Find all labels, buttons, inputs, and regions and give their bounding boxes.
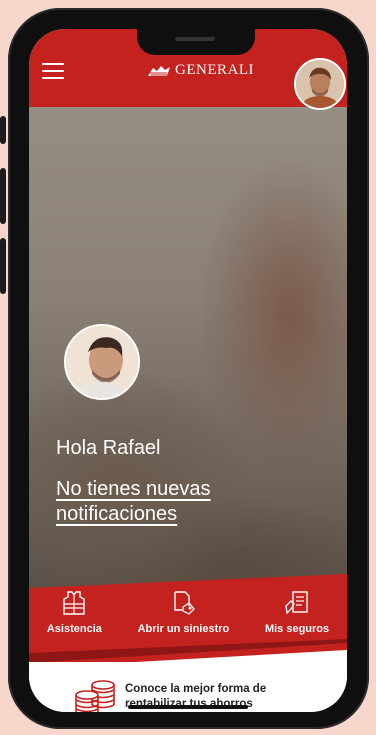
claim-document-icon [174,591,196,615]
logo-text: GENERALI [175,62,254,78]
side-button [0,116,6,144]
user-avatar[interactable] [294,58,346,110]
asistencia-button[interactable]: Asistencia [47,589,102,649]
profile-avatar[interactable] [64,324,140,400]
action-label: Abrir un siniestro [137,623,230,635]
lion-icon [148,65,170,76]
abrir-siniestro-button[interactable]: Abrir un siniestro [137,589,230,649]
action-label: Asistencia [46,623,102,635]
side-button [0,238,6,294]
hero-background: Hola Rafael No tienes nuevas notificacio… [29,107,347,647]
policy-document-icon [285,591,308,615]
greeting-text: Hola Rafael [56,437,161,459]
hamburger-menu-icon[interactable] [42,63,64,79]
notch [137,29,255,55]
side-button [0,168,6,224]
coins-stack-icon [75,680,115,712]
quick-actions: Asistencia Abrir un siniestro Mis seguro… [29,589,347,649]
speaker [175,37,215,41]
mis-seguros-button[interactable]: Mis seguros [265,589,329,649]
action-label: Mis seguros [264,623,330,635]
home-indicator[interactable] [128,705,248,709]
app-screen: GENERALI Hola Rafael No tienes nuevas no… [29,29,347,712]
generali-logo: GENERALI [147,62,254,79]
vest-icon [63,591,86,615]
notifications-link[interactable]: No tienes nuevas notificaciones [56,477,226,527]
